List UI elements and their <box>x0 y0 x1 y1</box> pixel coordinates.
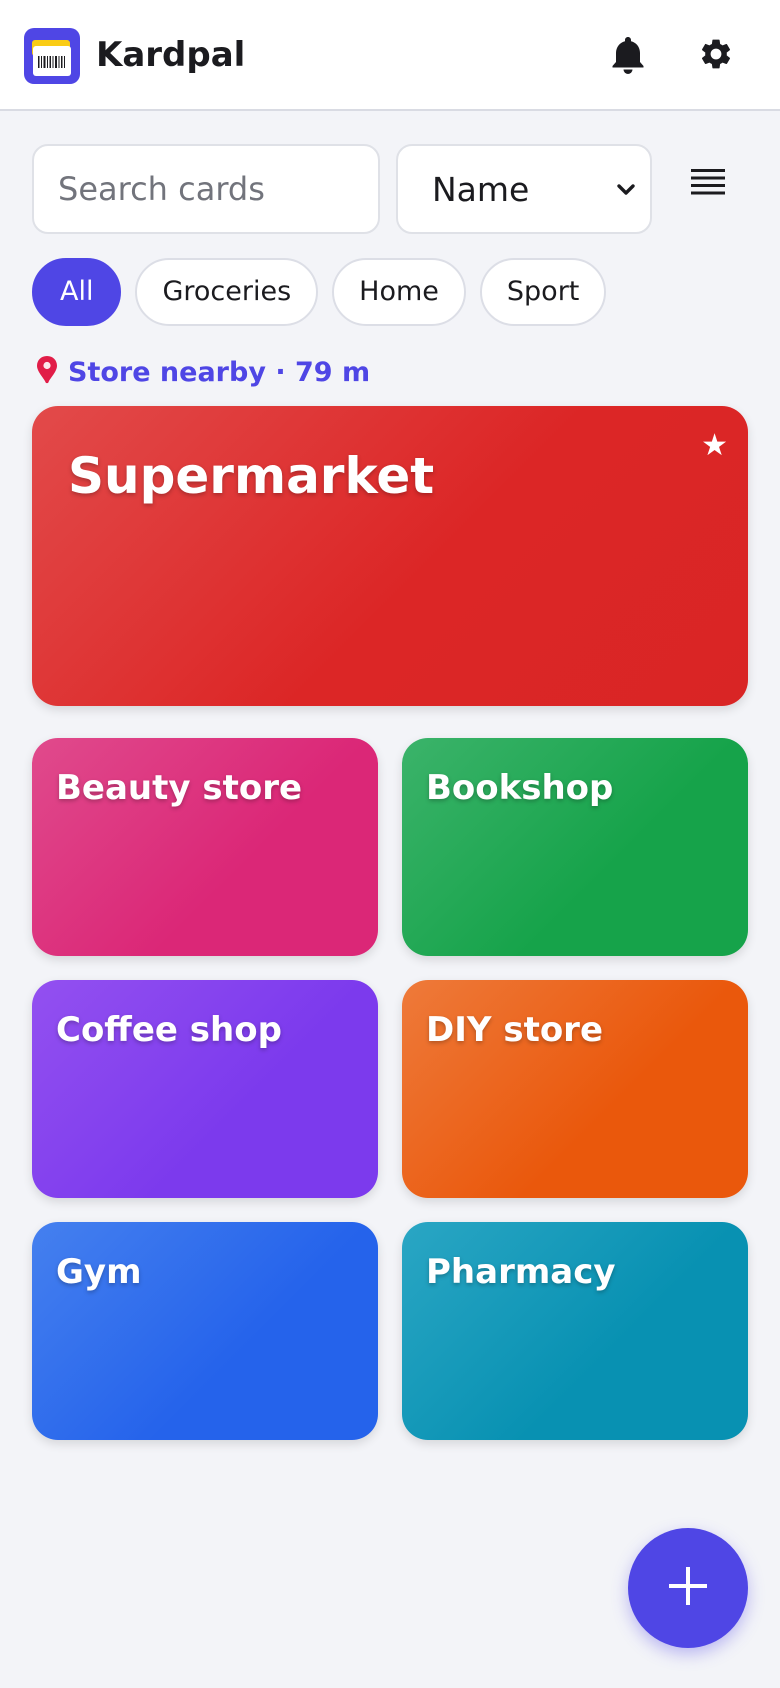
card-name: Beauty store <box>56 768 303 808</box>
card-name: Supermarket <box>68 447 435 505</box>
card-name: Gym <box>56 1252 142 1292</box>
category-filter-chips: All Groceries Home Sport <box>32 258 607 326</box>
filter-chip-all[interactable]: All <box>32 258 122 326</box>
filter-chip-sport[interactable]: Sport <box>479 258 607 326</box>
loyalty-card[interactable]: Beauty store <box>32 738 378 956</box>
loyalty-card[interactable]: Gym <box>32 1222 378 1440</box>
add-card-button[interactable] <box>628 1528 748 1648</box>
filter-chip-home[interactable]: Home <box>332 258 466 326</box>
loyalty-card[interactable]: Bookshop <box>402 738 748 956</box>
favorite-star-icon[interactable]: ★ <box>701 428 728 463</box>
filter-chip-groceries[interactable]: Groceries <box>135 258 319 326</box>
plus-icon <box>666 1564 710 1612</box>
search-input[interactable] <box>32 144 380 234</box>
notifications-button[interactable] <box>604 30 652 82</box>
loyalty-card[interactable]: DIY store <box>402 980 748 1198</box>
sort-selected-value: Name <box>432 170 530 209</box>
chevron-down-icon <box>614 178 638 206</box>
settings-button[interactable] <box>692 30 740 82</box>
wallet-card-icon <box>24 28 80 84</box>
bell-icon <box>610 34 646 78</box>
map-pin-icon <box>34 355 60 389</box>
card-name: Coffee shop <box>56 1010 282 1050</box>
loyalty-card[interactable]: Coffee shop <box>32 980 378 1198</box>
loyalty-card-featured[interactable]: Supermarket ★ <box>32 406 748 706</box>
app-title: Kardpal <box>96 35 246 75</box>
nearby-text: Store nearby · 79 m <box>68 356 371 388</box>
card-name: DIY store <box>426 1010 604 1050</box>
view-toggle-button[interactable] <box>684 160 732 208</box>
list-view-icon <box>690 167 726 201</box>
card-name: Pharmacy <box>426 1252 616 1292</box>
store-nearby-banner[interactable]: Store nearby · 79 m <box>34 352 370 392</box>
gear-icon <box>698 36 734 76</box>
app-header: Kardpal <box>0 0 780 111</box>
card-name: Bookshop <box>426 768 614 808</box>
sort-select[interactable]: Name <box>396 144 652 234</box>
loyalty-card[interactable]: Pharmacy <box>402 1222 748 1440</box>
